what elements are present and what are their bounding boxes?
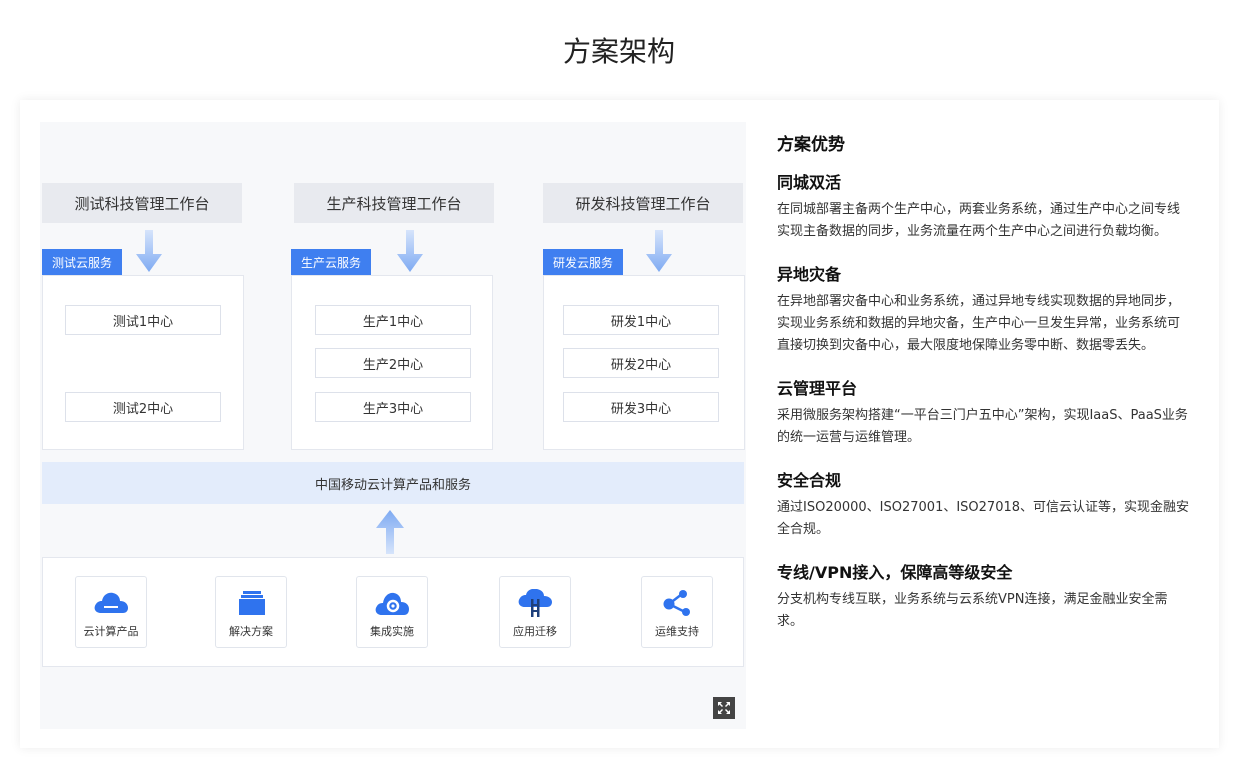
workstation-header-test: 测试科技管理工作台 <box>42 183 242 223</box>
workstation-header-dev: 研发科技管理工作台 <box>543 183 743 223</box>
advantages-title: 方案优势 <box>777 135 845 155</box>
service-tile-integration: 集成实施 <box>356 576 428 648</box>
stack-icon <box>239 591 265 615</box>
center-box: 测试2中心 <box>65 392 221 422</box>
section-text: 分支机构专线互联，业务系统与云系统VPN连接，满足金融业安全需求。 <box>777 592 1168 629</box>
cloud-icon <box>94 592 128 613</box>
center-box: 研发1中心 <box>563 305 719 335</box>
center-box: 测试1中心 <box>65 305 221 335</box>
center-box: 生产2中心 <box>315 348 471 378</box>
group-tag-prod: 生产云服务 <box>291 249 372 275</box>
advantage-section: 安全合规 通过ISO20000、ISO27001、ISO27018、可信云认证等… <box>777 467 1192 541</box>
cloud-migrate-icon <box>518 589 552 617</box>
center-box: 生产1中心 <box>315 305 471 335</box>
section-title: 专线/VPN接入，保障高等级安全 <box>777 563 1013 582</box>
section-title: 同城双活 <box>777 173 842 192</box>
section-text: 在同城部署主备两个生产中心，两套业务系统，通过生产中心之间专线实现主备数据的同步… <box>777 202 1181 239</box>
center-box: 研发2中心 <box>563 348 719 378</box>
platform-bar: 中国移动云计算产品和服务 <box>42 462 744 504</box>
service-tile-solution: 解决方案 <box>215 576 287 648</box>
service-label: 集成实施 <box>370 625 414 638</box>
down-arrow-icon <box>646 230 672 272</box>
advantage-section: 异地灾备 在异地部署灾备中心和业务系统，通过异地专线实现数据的异地同步，实现业务… <box>777 261 1192 357</box>
section-text: 采用微服务架构搭建“一平台三门户五中心”架构，实现IaaS、PaaS业务的统一运… <box>777 408 1188 445</box>
down-arrow-icon <box>136 230 162 272</box>
architecture-diagram: 测试科技管理工作台 测试云服务 测试1中心 测试2中心 生产科技管理工作台 生产… <box>40 122 746 729</box>
services-box: 云计算产品 解决方案 集成实施 应用迁移 运维支持 <box>42 557 744 667</box>
advantage-section: 云管理平台 采用微服务架构搭建“一平台三门户五中心”架构，实现IaaS、PaaS… <box>777 375 1192 449</box>
service-label: 云计算产品 <box>83 625 139 638</box>
service-tile-cloud-product: 云计算产品 <box>75 576 147 648</box>
advantage-section: 同城双活 在同城部署主备两个生产中心，两套业务系统，通过生产中心之间专线实现主备… <box>777 169 1192 243</box>
expand-icon <box>718 702 730 714</box>
section-title: 安全合规 <box>777 471 842 490</box>
advantage-section: 专线/VPN接入，保障高等级安全 分支机构专线互联，业务系统与云系统VPN连接，… <box>777 559 1192 633</box>
group-box-test <box>42 275 244 450</box>
service-label: 运维支持 <box>655 625 699 638</box>
page-title: 方案架构 <box>562 35 675 68</box>
group-tag-dev: 研发云服务 <box>543 249 624 275</box>
service-label: 解决方案 <box>229 625 273 638</box>
section-title: 异地灾备 <box>777 265 842 284</box>
cloud-gear-icon <box>375 592 409 615</box>
group-tag-test: 测试云服务 <box>42 249 123 275</box>
center-box: 研发3中心 <box>563 392 719 422</box>
up-arrow-icon <box>376 510 404 554</box>
section-title: 云管理平台 <box>777 379 858 398</box>
section-text: 在异地部署灾备中心和业务系统，通过异地专线实现数据的异地同步，实现业务系统和数据… <box>777 294 1181 353</box>
expand-button[interactable] <box>713 697 735 719</box>
center-box: 生产3中心 <box>315 392 471 422</box>
service-tile-ops: 运维支持 <box>641 576 713 648</box>
advantages-panel: 方案优势 同城双活 在同城部署主备两个生产中心，两套业务系统，通过生产中心之间专… <box>777 130 1192 633</box>
service-label: 应用迁移 <box>513 625 557 638</box>
share-nodes-icon <box>663 590 690 616</box>
service-tile-migration: 应用迁移 <box>499 576 571 648</box>
workstation-header-prod: 生产科技管理工作台 <box>294 183 494 223</box>
down-arrow-icon <box>397 230 423 272</box>
section-text: 通过ISO20000、ISO27001、ISO27018、可信云认证等，实现金融… <box>777 500 1190 537</box>
